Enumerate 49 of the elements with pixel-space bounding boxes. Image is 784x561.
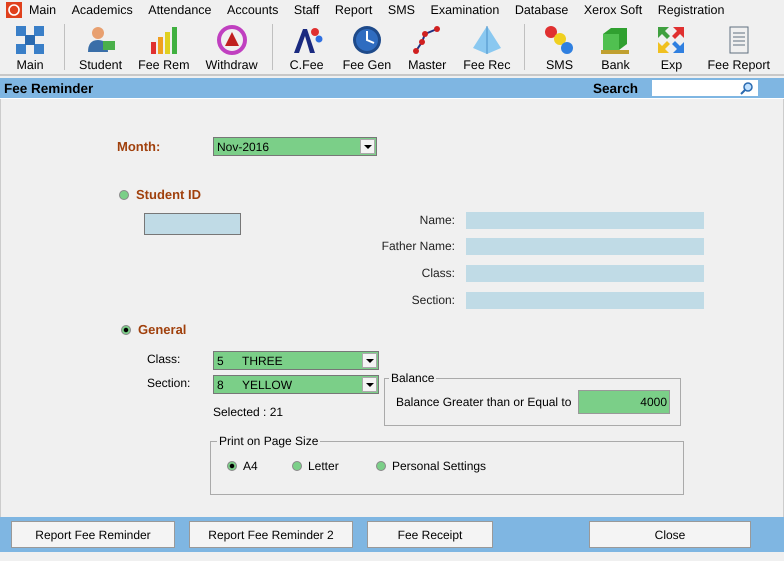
toolbar-button[interactable]: Fee Gen (340, 24, 394, 74)
field-label: Class: (420, 265, 455, 282)
action-button[interactable]: Close (589, 521, 751, 548)
menu-item[interactable]: SMS (388, 3, 416, 17)
menu-item[interactable]: Attendance (148, 3, 212, 17)
balance-label: Balance Greater than or Equal to (396, 395, 572, 409)
month-label: Month: (117, 139, 162, 154)
form-title: Fee Reminder (4, 80, 94, 96)
field-label: Father Name: (380, 238, 455, 255)
toolbar-button[interactable]: Main (8, 24, 52, 74)
radio-label[interactable]: Personal Settings (392, 459, 486, 473)
radio-label[interactable]: General (138, 322, 186, 337)
radio-label[interactable]: Letter (308, 459, 339, 473)
toolbar-button[interactable]: SMS (537, 24, 582, 74)
section-label: Section: (147, 375, 192, 391)
toolbar-button[interactable]: C.Fee (284, 24, 329, 74)
search-label: Search (592, 80, 638, 96)
menu-item[interactable]: Academics (72, 3, 133, 17)
toolbar-button[interactable]: Master (405, 24, 450, 74)
action-button[interactable]: Fee Receipt (367, 521, 493, 548)
toolbar-button[interactable]: Fee Report (705, 24, 772, 74)
balance-field[interactable]: 4000 (578, 390, 670, 414)
menu-item[interactable]: Staff (294, 3, 320, 17)
group-title: Print on Page Size (218, 434, 320, 448)
toolbar-button[interactable]: Fee Rec (461, 24, 512, 74)
toolbar-button[interactable]: Bank (593, 24, 638, 74)
class-label: Class: (147, 351, 182, 367)
toolbar-button[interactable]: Fee Rem (136, 24, 192, 74)
field-label: Name: (418, 212, 455, 229)
group-title: Balance (390, 371, 436, 385)
month-dropdown[interactable]: Nov-2016 (213, 137, 377, 156)
toolbar-button[interactable]: Withdraw (204, 24, 260, 74)
selected-count: Selected : 21 (213, 405, 284, 419)
menu-item[interactable]: Xerox Soft (584, 3, 642, 17)
menu-item[interactable]: Report (334, 3, 372, 17)
toolbar-button[interactable]: Student (77, 24, 124, 74)
menu-item[interactable]: Examination (430, 3, 500, 17)
action-button[interactable]: Report Fee Reminder 2 (189, 521, 353, 548)
menu-item[interactable]: Database (514, 3, 568, 17)
class-dropdown[interactable]: 5 THREE (213, 351, 379, 370)
menu-item[interactable]: Accounts (226, 3, 278, 17)
menu-item[interactable]: Registration (658, 3, 724, 17)
radio-label[interactable]: A4 (243, 459, 258, 473)
menu-item[interactable]: Main (29, 3, 56, 17)
field-label: Section: (410, 292, 455, 309)
toolbar-button[interactable]: Exp (649, 24, 694, 74)
radio-label[interactable]: Student ID (136, 187, 201, 202)
action-button[interactable]: Report Fee Reminder (11, 521, 175, 548)
section-dropdown[interactable]: 8 YELLOW (213, 375, 379, 394)
